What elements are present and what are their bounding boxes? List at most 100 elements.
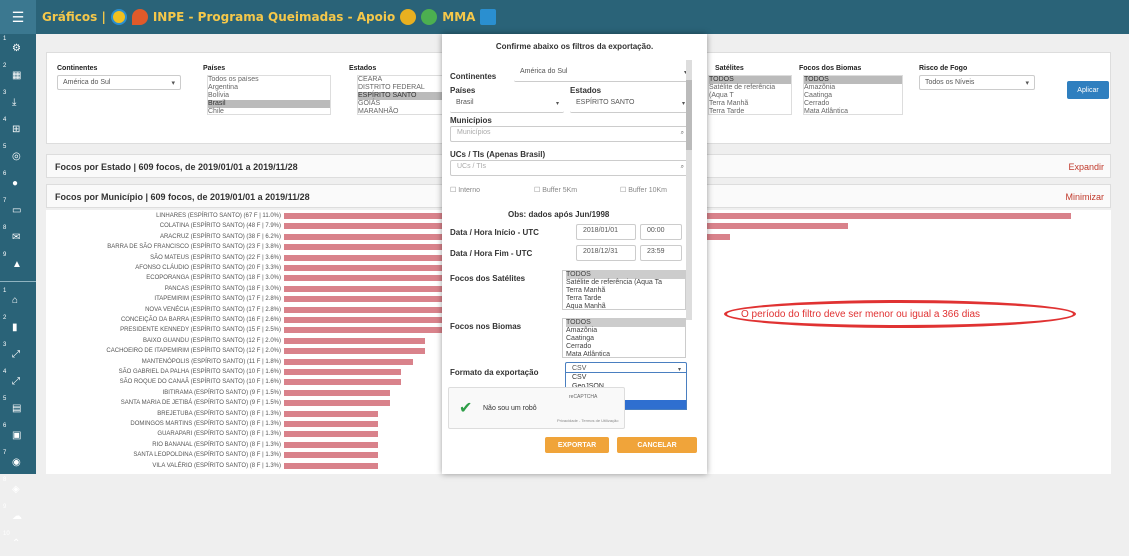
list-option[interactable]: Satélite de referência (Aqua Ta	[566, 279, 685, 287]
continentes-select[interactable]: América do Sul ▾	[57, 75, 181, 90]
nav-item-11[interactable]: 2 ▮	[0, 313, 36, 340]
list-option[interactable]: Todos os países	[208, 76, 330, 84]
list-option[interactable]: DISTRITO FEDERAL	[358, 84, 442, 92]
monitor-icon: ▭	[12, 205, 22, 216]
list-option[interactable]: Terra Tarde	[709, 108, 791, 114]
bars-icon: ▮	[12, 322, 18, 333]
cancel-button[interactable]: CANCELAR	[617, 437, 697, 453]
nav-item-13[interactable]: 4 ⤢	[0, 367, 36, 394]
modal-fim-date[interactable]: 2018/12/31	[576, 245, 636, 261]
interno-checkbox[interactable]: ☐ Interno	[450, 186, 480, 194]
list-option[interactable]: Brasil	[208, 100, 330, 108]
buffer5-checkbox[interactable]: ☐ Buffer 5Km	[534, 186, 577, 194]
list-option[interactable]: Cerrado	[804, 100, 902, 108]
list-option[interactable]: Terra Manhã	[709, 100, 791, 108]
nav-item-4[interactable]: 4 ⊞	[0, 115, 36, 142]
estados-label: Estados	[349, 65, 377, 72]
modal-inicio-date[interactable]: 2018/01/01	[576, 224, 636, 240]
list-option[interactable]: Cerrado	[566, 343, 685, 351]
search-icon[interactable]: ⌕	[681, 130, 684, 137]
list-option[interactable]: Caatinga	[804, 92, 902, 100]
nav-item-6[interactable]: 6 ●	[0, 169, 36, 196]
nav-item-10[interactable]: 1 ⌂	[0, 286, 36, 313]
flame-icon: ◈	[12, 484, 20, 495]
nav-item-1[interactable]: 1 ⚙	[0, 34, 36, 61]
search-icon[interactable]: ⌕	[681, 164, 684, 171]
paises-list[interactable]: Todos os países Argentina Bolívia Brasil Chi…	[207, 75, 331, 115]
modal-municipios-input[interactable]: Municípios ⌕	[450, 126, 690, 142]
location-pin-icon	[131, 9, 148, 25]
modal-biomas-list[interactable]: TODOS Amazônia Caatinga Cerrado Mata Atlânti…	[562, 318, 686, 358]
bar-label: SANTA MARIA DE JETIBÁ (ESPÍRITO SANTO) (…	[120, 400, 281, 407]
modal-fim-time[interactable]: 23:59	[640, 245, 682, 261]
buffer10-checkbox[interactable]: ☐ Buffer 10Km	[620, 186, 667, 194]
modal-paises-select[interactable]: Brasil ▾	[450, 97, 564, 113]
modal-satelites-list[interactable]: TODOS Satélite de referência (Aqua Ta Terr…	[562, 270, 686, 310]
apply-button[interactable]: Aplicar	[1067, 81, 1109, 99]
nav-item-19[interactable]: 10 ⌃	[0, 529, 36, 556]
minimize-link[interactable]: Minimizar	[1065, 192, 1104, 202]
modal-continentes-select[interactable]: América do Sul▾	[514, 66, 692, 82]
nav-item-number: 5	[3, 144, 7, 150]
list-option[interactable]: TODOS	[566, 271, 685, 279]
list-option[interactable]: Mata Atlântica	[566, 351, 685, 357]
list-option[interactable]: Amazônia	[804, 84, 902, 92]
modal-estados-select[interactable]: ESPÍRITO SANTO ▾	[570, 97, 690, 113]
modal-ucs-input[interactable]: UCs / TIs ⌕	[450, 160, 690, 176]
list-option[interactable]: TODOS	[709, 76, 791, 84]
list-option[interactable]: MARANHÃO	[358, 108, 442, 114]
satelites-list[interactable]: TODOS Satélite de referência (Aqua T Terra…	[708, 75, 792, 115]
list-option[interactable]: Satélite de referência (Aqua T	[709, 84, 791, 100]
export-button[interactable]: EXPORTAR	[545, 437, 609, 453]
list-option[interactable]: Amazônia	[566, 327, 685, 335]
nav-item-14[interactable]: 5 ▤	[0, 394, 36, 421]
nav-item-9[interactable]: 9 ▲	[0, 250, 36, 277]
nav-item-18[interactable]: 9 ☁	[0, 502, 36, 529]
nav-item-3[interactable]: 3 ⤓	[0, 88, 36, 115]
modal-municipios-placeholder: Municípios	[457, 129, 491, 136]
modal-inicio-time[interactable]: 00:00	[640, 224, 682, 240]
list-option[interactable]: TODOS	[566, 319, 685, 327]
nav-item-2[interactable]: 2 ▦	[0, 61, 36, 88]
modal-biomas-label: Focos nos Biomas	[450, 322, 522, 331]
nav-item-15[interactable]: 6 ▣	[0, 421, 36, 448]
list-option[interactable]: Terra Tarde	[566, 295, 685, 303]
nav-item-8[interactable]: 8 ✉	[0, 223, 36, 250]
formato-option[interactable]: CSV	[566, 373, 686, 382]
estados-list[interactable]: CEARÁ DISTRITO FEDERAL ESPÍRITO SANTO GOIÁS…	[357, 75, 443, 115]
modal-formato-label: Formato da exportação	[450, 368, 539, 377]
list-option[interactable]: Caatinga	[566, 335, 685, 343]
list-option[interactable]: GOIÁS	[358, 100, 442, 108]
recaptcha-terms[interactable]: Privacidade - Termos de Utilização	[557, 418, 619, 423]
nav-item-16[interactable]: 7 ◉	[0, 448, 36, 475]
list-option[interactable]: Aqua Manhã	[566, 303, 685, 309]
bar-label: LINHARES (ESPÍRITO SANTO) (67 F | 11.0%)	[156, 213, 281, 219]
list-option[interactable]: Terra Manhã	[566, 287, 685, 295]
checkmark-icon[interactable]: ✔	[459, 398, 472, 418]
list-option[interactable]: Bolívia	[208, 92, 330, 100]
list-option[interactable]: Chile	[208, 108, 330, 114]
menu-icon[interactable]: ☰	[0, 0, 36, 34]
list-option[interactable]: TODOS	[804, 76, 902, 84]
nav-item-5[interactable]: 5 ◎	[0, 142, 36, 169]
biomas-list[interactable]: TODOS Amazônia Caatinga Cerrado Mata Atlânti…	[803, 75, 903, 115]
list-option[interactable]: Mata Atlântica	[804, 108, 902, 114]
bar	[284, 379, 402, 386]
modal-scrollbar[interactable]	[686, 60, 692, 320]
modal-inicio-label: Data / Hora Início - UTC	[450, 228, 539, 237]
nav-item-12[interactable]: 3 ⤢	[0, 340, 36, 367]
compass-icon: ◎	[12, 151, 21, 162]
bar-label: GUARAPARI (ESPÍRITO SANTO) (8 F | 1.3%)	[157, 431, 281, 438]
nav-item-7[interactable]: 7 ▭	[0, 196, 36, 223]
modal-ucs-placeholder: UCs / TIs	[457, 163, 487, 170]
bar-label: PANCAS (ESPÍRITO SANTO) (18 F | 3.0%)	[164, 285, 281, 292]
nav-item-17[interactable]: 8 ◈	[0, 475, 36, 502]
list-option[interactable]: CEARÁ	[358, 76, 442, 84]
modal-scrollbar-thumb[interactable]	[686, 80, 692, 150]
list-option[interactable]: ESPÍRITO SANTO	[358, 92, 442, 100]
bar	[284, 389, 390, 396]
expand-link[interactable]: Expandir	[1068, 162, 1104, 172]
risco-select[interactable]: Todos os Níveis ▾	[919, 75, 1035, 90]
list-option[interactable]: Argentina	[208, 84, 330, 92]
nav-item-number: 6	[3, 423, 7, 429]
